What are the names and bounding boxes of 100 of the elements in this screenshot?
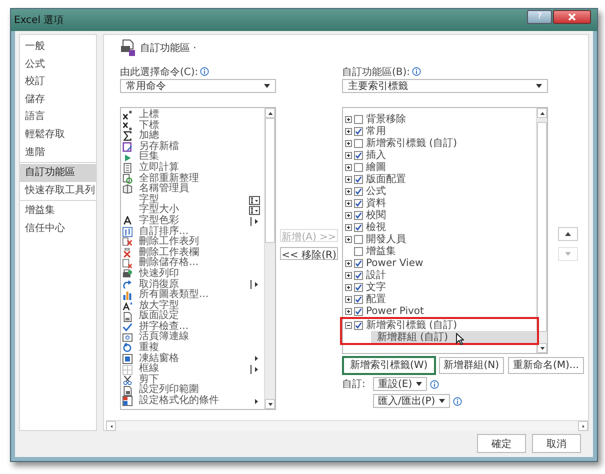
tab-label[interactable]: 繪圖 bbox=[366, 160, 386, 174]
command-item[interactable]: 另存新檔 bbox=[139, 142, 249, 152]
checkbox[interactable] bbox=[354, 258, 363, 268]
cancel-button[interactable]: 取消 bbox=[532, 434, 581, 453]
remove-button[interactable]: << 移除(R) bbox=[280, 247, 338, 260]
checkbox[interactable] bbox=[354, 210, 363, 220]
horizontal-scrollbar[interactable] bbox=[106, 420, 588, 431]
tab-label[interactable]: 插入 bbox=[366, 148, 386, 162]
scrollbar[interactable] bbox=[536, 108, 547, 353]
sidebar-item[interactable]: 一般 bbox=[20, 38, 96, 56]
checkbox[interactable] bbox=[354, 162, 363, 172]
checkbox[interactable] bbox=[354, 174, 363, 184]
tab-label[interactable]: 設計 bbox=[366, 268, 386, 282]
command-item[interactable]: 巨集 bbox=[139, 152, 249, 163]
command-item[interactable]: 凍結窗格 bbox=[139, 354, 249, 364]
tab-label[interactable]: 新增索引標籤 (自訂) bbox=[366, 318, 457, 332]
command-item[interactable]: 上標 bbox=[139, 110, 249, 121]
checkbox[interactable] bbox=[354, 138, 363, 148]
rename-button[interactable]: 重新命名(M)... bbox=[508, 357, 584, 374]
command-item[interactable]: 全部重新整理 bbox=[139, 174, 249, 184]
tab-label[interactable]: 檢視 bbox=[366, 220, 386, 234]
expand-icon[interactable] bbox=[345, 164, 352, 170]
sidebar-item[interactable]: 公式 bbox=[20, 56, 96, 74]
tab-label[interactable]: Power View bbox=[366, 258, 424, 268]
tab-label[interactable]: 版面配置 bbox=[366, 172, 406, 186]
command-item[interactable]: 快速列印 bbox=[139, 268, 249, 280]
checkbox[interactable] bbox=[354, 320, 363, 330]
sidebar-item[interactable]: 儲存 bbox=[20, 90, 96, 108]
checkbox[interactable] bbox=[354, 246, 363, 256]
sidebar-item[interactable]: 快速存取工具列 bbox=[20, 182, 96, 200]
command-item[interactable]: 框線 bbox=[139, 364, 249, 375]
sidebar-item[interactable]: 自訂功能區 bbox=[20, 164, 96, 182]
tab-label[interactable]: 校閱 bbox=[366, 208, 386, 222]
expand-icon[interactable] bbox=[345, 212, 352, 218]
expand-icon[interactable] bbox=[345, 272, 352, 278]
checkbox[interactable] bbox=[354, 294, 363, 304]
tab-label[interactable]: 資料 bbox=[366, 196, 386, 210]
checkbox[interactable] bbox=[354, 150, 363, 160]
expand-icon[interactable] bbox=[345, 260, 352, 266]
expand-icon[interactable] bbox=[345, 224, 352, 230]
collapse-icon[interactable] bbox=[345, 322, 352, 328]
checkbox[interactable] bbox=[354, 114, 363, 124]
new-tab-button[interactable]: 新增索引標籤(W) bbox=[343, 357, 435, 374]
command-item[interactable]: 設定格式化的條件 bbox=[139, 396, 249, 407]
tab-label[interactable]: 背景移除 bbox=[366, 112, 406, 126]
command-item[interactable]: 名稱管理員 bbox=[139, 184, 249, 195]
checkbox[interactable] bbox=[354, 186, 363, 196]
scrollbar[interactable] bbox=[264, 108, 275, 409]
checkbox[interactable] bbox=[354, 198, 363, 208]
tab-label[interactable]: 開發人員 bbox=[366, 232, 406, 246]
sidebar-item[interactable]: 增益集 bbox=[20, 202, 96, 220]
expand-icon[interactable] bbox=[345, 128, 352, 134]
command-item[interactable]: 版面設定 bbox=[139, 311, 249, 322]
close-button[interactable] bbox=[553, 10, 591, 24]
expand-icon[interactable] bbox=[345, 140, 352, 146]
command-item[interactable]: 刪除工作表列 bbox=[139, 237, 249, 248]
tab-label[interactable]: Power Pivot bbox=[366, 306, 424, 316]
command-item[interactable]: 所有圖表類型... bbox=[139, 290, 249, 301]
sidebar-item[interactable]: 語言 bbox=[20, 108, 96, 126]
sidebar-item[interactable]: 校訂 bbox=[20, 73, 96, 91]
sidebar-item[interactable]: 進階 bbox=[20, 144, 96, 162]
new-group-button[interactable]: 新增群組(N) bbox=[438, 357, 504, 374]
checkbox[interactable] bbox=[354, 282, 363, 292]
tab-label[interactable]: 增益集 bbox=[366, 244, 396, 258]
sidebar-item[interactable]: 信任中心 bbox=[20, 220, 96, 238]
expand-icon[interactable] bbox=[345, 176, 352, 182]
sidebar-item[interactable]: 輕鬆存取 bbox=[20, 126, 96, 144]
tab-label[interactable]: 配置 bbox=[366, 292, 386, 306]
reset-button[interactable]: 重設(E) bbox=[373, 377, 428, 391]
expand-icon[interactable] bbox=[345, 188, 352, 194]
command-item[interactable]: 立即計算 bbox=[139, 162, 249, 174]
ribbon-dropdown[interactable]: 主要索引標籤 bbox=[342, 79, 548, 93]
command-item[interactable]: 字型大小 bbox=[139, 205, 249, 216]
tab-label[interactable]: 常用 bbox=[366, 124, 386, 138]
import-export-button[interactable]: 匯入/匯出(P) bbox=[373, 394, 450, 408]
checkbox[interactable] bbox=[354, 234, 363, 244]
expand-icon[interactable] bbox=[345, 236, 352, 242]
command-item[interactable]: 下標 bbox=[139, 120, 249, 132]
tab-label[interactable]: 文字 bbox=[366, 280, 386, 294]
ok-button[interactable]: 確定 bbox=[477, 434, 526, 453]
font-color-icon bbox=[122, 216, 133, 226]
expand-icon[interactable] bbox=[345, 200, 352, 206]
move-up-button[interactable] bbox=[558, 227, 578, 241]
command-item[interactable]: 刪除工作表欄 bbox=[139, 248, 249, 258]
expand-icon[interactable] bbox=[345, 116, 352, 122]
expand-icon[interactable] bbox=[345, 152, 352, 158]
checkbox[interactable] bbox=[354, 126, 363, 136]
command-item[interactable]: 加總 bbox=[139, 131, 249, 142]
expand-icon[interactable] bbox=[345, 296, 352, 302]
command-item[interactable]: 重複 bbox=[139, 343, 249, 354]
expand-icon[interactable] bbox=[345, 308, 352, 314]
tab-label[interactable]: 新增索引標籤 (自訂) bbox=[366, 136, 457, 150]
commands-dropdown[interactable]: 常用命令 bbox=[120, 79, 276, 93]
tab-label[interactable]: 公式 bbox=[366, 184, 386, 198]
checkbox[interactable] bbox=[354, 270, 363, 280]
checkbox[interactable] bbox=[354, 222, 363, 232]
command-item[interactable]: 字型色彩 bbox=[139, 216, 249, 227]
expand-icon[interactable] bbox=[345, 284, 352, 290]
command-item[interactable]: 刪除儲存格... bbox=[139, 258, 249, 269]
checkbox[interactable] bbox=[354, 306, 363, 316]
